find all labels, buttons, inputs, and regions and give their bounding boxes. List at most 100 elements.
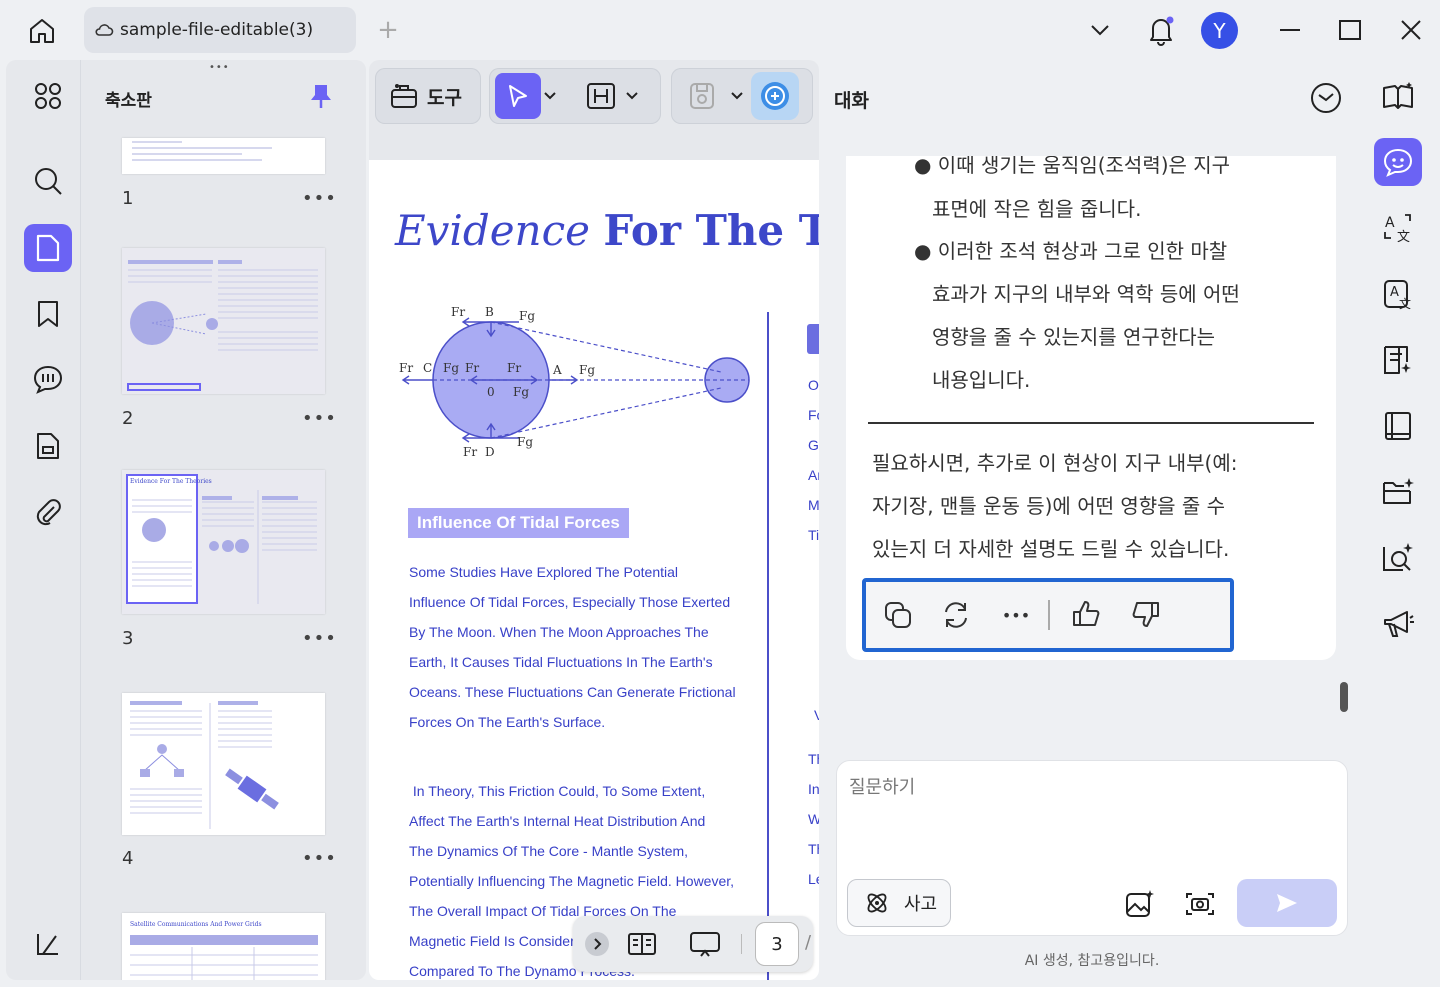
response-action-bar: •••: [862, 578, 1234, 652]
thumbs-down-button[interactable]: [1128, 596, 1164, 632]
history-clock-icon: [1311, 83, 1341, 113]
ai-chat-button[interactable]: [1374, 138, 1422, 186]
document-sparkle-icon: [1384, 346, 1411, 374]
reading-mode-button[interactable]: [625, 928, 659, 960]
tabs-dropdown-button[interactable]: [1080, 10, 1120, 50]
diagram-label-fg: Fg: [579, 363, 595, 377]
sidebar-attachments-page-button[interactable]: [24, 422, 72, 470]
send-icon: [1277, 894, 1297, 912]
svg-text:A: A: [1390, 285, 1399, 300]
document-toolbar: 도구: [369, 60, 819, 160]
think-mode-label: 사고: [904, 894, 938, 915]
folder-sparkle-icon: [1383, 478, 1414, 504]
home-button[interactable]: [22, 12, 62, 50]
expand-nav-button[interactable]: [585, 932, 609, 956]
thumbnail-more-button[interactable]: •••: [302, 628, 337, 649]
announcements-button[interactable]: [1374, 600, 1422, 648]
thumbnail-page-1[interactable]: [122, 138, 325, 174]
copy-response-button[interactable]: [880, 598, 916, 632]
chat-input-box[interactable]: 질문하기 사고: [836, 760, 1348, 936]
chevron-down-icon: [544, 92, 556, 100]
ai-search-button[interactable]: [1374, 534, 1422, 582]
diagram-label-b: B: [485, 305, 494, 319]
maximize-button[interactable]: [1330, 10, 1370, 50]
document-page: Evidence For The Theories B: [369, 160, 819, 980]
save-ai-group: [671, 68, 813, 124]
comment-icon: [33, 365, 63, 394]
tool-mode-group: [489, 68, 661, 124]
tools-label: 도구: [427, 86, 462, 109]
heading-tool-button[interactable]: [583, 73, 619, 119]
panel-toggle-icon: [37, 934, 58, 955]
send-button[interactable]: [1237, 879, 1337, 927]
response-bullet-continuation: 효과가 지구의 내부와 역학 등에 어떤: [932, 282, 1240, 306]
response-bullet: ● 이러한 조석 현상과 그로 인한 마찰: [914, 239, 1228, 263]
translate-button[interactable]: A文: [1374, 204, 1422, 252]
search-icon: [35, 168, 62, 195]
chat-history-button[interactable]: [1306, 78, 1346, 118]
bell-icon: [1150, 16, 1174, 46]
select-tool-button[interactable]: [495, 73, 541, 119]
knowledge-base-button[interactable]: [1374, 402, 1422, 450]
document-title-bold: For The Theories: [603, 206, 819, 255]
thumbnail-page-4[interactable]: [122, 693, 325, 835]
page-number-input[interactable]: 3: [755, 922, 799, 966]
ai-folder-button[interactable]: [1374, 468, 1422, 516]
chevron-down-icon: [731, 92, 743, 100]
more-actions-button[interactable]: •••: [998, 602, 1034, 628]
save-button[interactable]: [687, 73, 717, 119]
thumbnail-page-3-title: Evidence For The Theories: [130, 478, 212, 485]
sidebar-apps-button[interactable]: [24, 72, 72, 120]
document-tab-title: sample-file-editable(3): [120, 20, 314, 40]
thumbnail-page-3[interactable]: Evidence For The Theories: [122, 470, 325, 614]
sidebar-search-button[interactable]: [24, 157, 72, 205]
document-title: Evidence For The Theories: [395, 206, 819, 255]
thumbnail-more-button[interactable]: •••: [302, 188, 337, 209]
close-button[interactable]: [1391, 10, 1431, 50]
document-title-italic: Evidence: [395, 206, 590, 255]
thumbnail-more-button[interactable]: •••: [302, 848, 337, 869]
translate-document-button[interactable]: A文: [1374, 270, 1422, 318]
new-tab-button[interactable]: +: [372, 14, 404, 46]
select-tool-dropdown[interactable]: [541, 92, 559, 100]
heading-icon: [587, 83, 615, 109]
response-bullet-continuation: 표면에 작은 힘을 줍니다.: [932, 197, 1142, 221]
save-dropdown[interactable]: [729, 92, 745, 100]
think-mode-button[interactable]: 사고: [847, 879, 951, 927]
regenerate-button[interactable]: [938, 598, 974, 632]
screenshot-button[interactable]: [1181, 885, 1219, 923]
pin-panel-button[interactable]: [307, 82, 335, 110]
notifications-button[interactable]: [1141, 10, 1181, 50]
sidebar-bookmarks-button[interactable]: [24, 290, 72, 338]
refresh-icon: [945, 602, 967, 628]
presentation-button[interactable]: [687, 928, 723, 960]
summarize-button[interactable]: [1374, 336, 1422, 384]
insert-image-button[interactable]: [1121, 885, 1159, 923]
thumbnail-more-button[interactable]: •••: [302, 408, 337, 429]
ai-assistant-button[interactable]: [751, 72, 799, 120]
page-separator: /: [805, 932, 812, 953]
user-avatar[interactable]: Y: [1201, 12, 1238, 49]
svg-text:A: A: [1385, 215, 1395, 231]
sidebar-collapse-button[interactable]: [24, 920, 72, 968]
minimize-button[interactable]: [1270, 10, 1310, 50]
thumbnail-page-5[interactable]: Satellite Communications And Power Grids: [122, 913, 325, 980]
cursor-icon: [509, 85, 527, 107]
heading-tool-dropdown[interactable]: [619, 92, 645, 100]
chat-scrollbar[interactable]: [1340, 682, 1348, 712]
diagram-label-d: D: [485, 445, 495, 459]
document-tab[interactable]: sample-file-editable(3): [84, 7, 356, 53]
tidal-forces-diagram: B C A D 0 Fr Fr Fg Fg Fr Fr Fg Fg Fr Fg: [399, 305, 750, 459]
tools-button[interactable]: 도구: [375, 68, 481, 124]
thumbs-up-button[interactable]: [1068, 596, 1104, 632]
thumbnail-page-2[interactable]: [122, 248, 325, 394]
book-icon: [1385, 412, 1411, 440]
thumbnail-number: 2: [122, 408, 134, 429]
panel-resize-handle[interactable]: •••: [209, 62, 230, 73]
sidebar-attachments-button[interactable]: [24, 488, 72, 536]
sidebar-comments-button[interactable]: [24, 355, 72, 403]
ai-reader-button[interactable]: [1374, 72, 1422, 120]
paperclip-icon: [36, 499, 61, 526]
grid-icon: [35, 83, 61, 109]
sidebar-thumbnails-button[interactable]: [24, 224, 72, 272]
